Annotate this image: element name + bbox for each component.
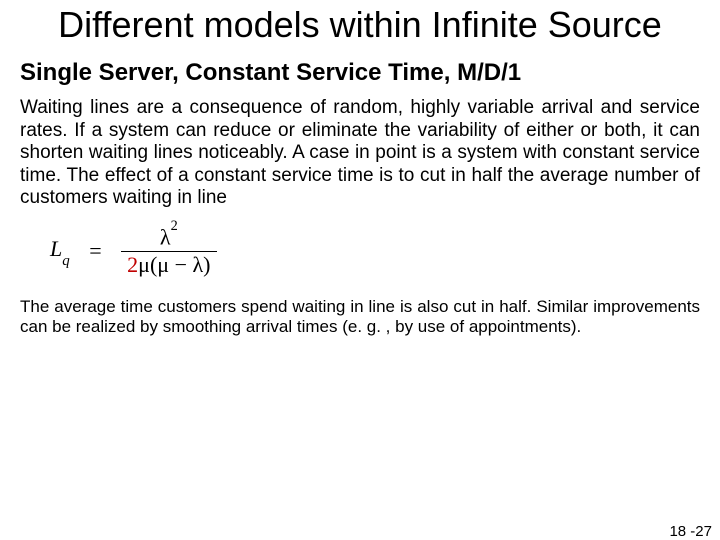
- formula-block: Lq = λ2 2μ(μ − λ): [50, 225, 700, 277]
- lhs-var: L: [50, 236, 62, 261]
- lq-formula: Lq = λ2 2μ(μ − λ): [50, 236, 217, 261]
- fraction-numerator: λ2: [121, 225, 216, 252]
- slide-title: Different models within Infinite Source: [20, 4, 700, 45]
- formula-fraction: λ2 2μ(μ − λ): [121, 225, 216, 277]
- den-mu: μ: [138, 252, 150, 277]
- section-subheading: Single Server, Constant Service Time, M/…: [20, 59, 700, 87]
- den-factor: 2: [127, 252, 138, 277]
- body-paragraph-1: Waiting lines are a consequence of rando…: [20, 97, 700, 209]
- den-diff-mu: μ: [157, 252, 169, 277]
- fraction-denominator: 2μ(μ − λ): [121, 252, 216, 277]
- den-diff-lambda: λ: [193, 252, 204, 277]
- equals-sign: =: [89, 238, 101, 264]
- slide: Different models within Infinite Source …: [0, 4, 720, 540]
- lhs-sub: q: [62, 253, 69, 269]
- page-number: 18 -27: [669, 523, 712, 540]
- num-exp: 2: [171, 218, 178, 234]
- formula-lhs: Lq: [50, 236, 70, 261]
- num-symbol: λ: [160, 225, 171, 250]
- body-paragraph-2: The average time customers spend waiting…: [20, 297, 700, 337]
